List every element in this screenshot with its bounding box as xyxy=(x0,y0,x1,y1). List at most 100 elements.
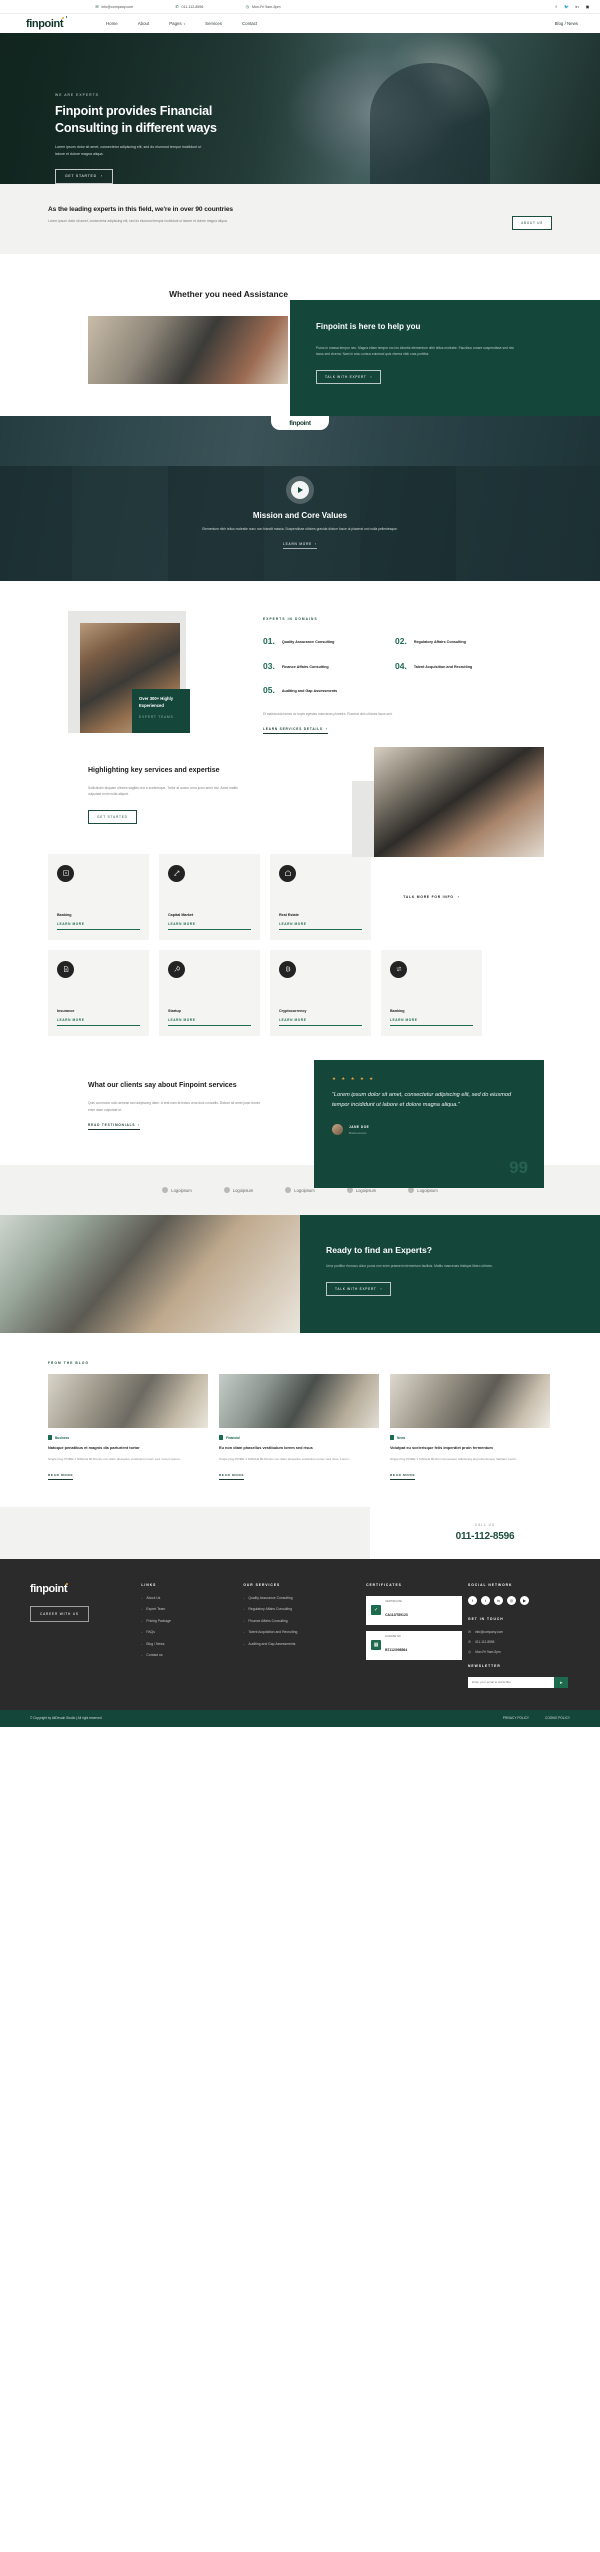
footer-link-contact[interactable]: › Contact us xyxy=(141,1653,243,1657)
logo[interactable]: finpoint xyxy=(26,16,96,30)
highlight-cta-button[interactable]: GET STARTED xyxy=(88,809,137,824)
card-learn-more[interactable]: LEARN MORE xyxy=(390,1018,473,1026)
footer-service-finance[interactable]: › Finance Affairs Consulting xyxy=(243,1619,366,1623)
call-us-box[interactable]: CALL US 011-112-8596 xyxy=(370,1506,600,1559)
testimonial-section: What our clients say about Finpoint serv… xyxy=(0,1059,600,1188)
service-card-cryptocurrency[interactable]: Cryptocurrency LEARN MORE xyxy=(270,949,371,1036)
footer-service-talent[interactable]: › Talent Acquisition and Recruiting xyxy=(243,1630,366,1634)
talk-with-expert-button[interactable]: TALK WITH EXPERT › xyxy=(316,369,382,384)
card-title: Capital Market xyxy=(168,913,194,918)
topbar-phone[interactable]: ✆ 011-112-8596 xyxy=(175,4,204,9)
footer-contact-phone[interactable]: ✆ 011-112-8596 xyxy=(468,1640,570,1644)
footer-link-about[interactable]: › About Us xyxy=(141,1596,243,1600)
mail-icon: ✉ xyxy=(468,1629,472,1634)
blog-card-2[interactable]: Financial Eu non diam phasellus vestibul… xyxy=(219,1374,379,1480)
domain-item-3[interactable]: 03. Finance Affairs Consulting xyxy=(263,662,381,671)
chevron-right-icon: › xyxy=(243,1595,245,1600)
service-card-banking[interactable]: Banking LEARN MORE xyxy=(48,853,149,940)
testimonial-body: Quis commodo odio aenean sed adipiscing … xyxy=(88,1101,261,1112)
footer-link-faqs[interactable]: › FAQs xyxy=(141,1630,243,1634)
nav-item-pages[interactable]: Pages ▾ xyxy=(169,21,185,26)
card-learn-more[interactable]: LEARN MORE xyxy=(279,1018,362,1026)
service-card-real-estate[interactable]: Real Estate LEARN MORE xyxy=(270,853,371,940)
domain-item-5[interactable]: 05. Auditing and Gap Assessments xyxy=(263,686,381,695)
twitter-icon[interactable]: 🐦 xyxy=(564,4,569,9)
topbar-hours-text: Mon-Fri 9am-5pm xyxy=(251,4,281,9)
domain-item-4[interactable]: 04. Talent Acquisition and Recruiting xyxy=(395,662,513,671)
video-learn-more-link[interactable]: LEARN MORE › xyxy=(283,542,317,550)
domain-number: 01. xyxy=(263,636,275,647)
highlight-body: Sollicitudin aliquam ultrices sagittis o… xyxy=(88,785,238,797)
logo-dot-icon xyxy=(62,16,64,19)
instagram-icon[interactable]: ▣ xyxy=(585,4,590,9)
youtube-icon[interactable]: ▶ xyxy=(520,1595,530,1605)
domain-item-1[interactable]: 01. Quality Assurance Consulting xyxy=(263,637,381,646)
top-bar: ✉ info@company.com ✆ 011-112-8596 ◷ Mon-… xyxy=(0,0,600,14)
blog-eyebrow: FROM THE BLOG xyxy=(48,1361,90,1366)
facebook-icon[interactable]: f xyxy=(554,4,559,9)
domain-label: Talent Acquisition and Recruiting xyxy=(413,664,473,669)
about-us-button[interactable]: ABOUT US xyxy=(512,216,552,230)
blog-card-1[interactable]: Business Natoque penatibus et magnis dis… xyxy=(48,1374,208,1480)
footer-services-heading: OUR SERVICES xyxy=(243,1582,281,1587)
card-learn-more[interactable]: LEARN MORE xyxy=(57,1018,140,1026)
service-card-startup[interactable]: Startup LEARN MORE xyxy=(159,949,260,1036)
instagram-icon[interactable]: ◎ xyxy=(507,1595,517,1605)
testimonial-quote: Lorem ipsum dolor sit amet, consectetur … xyxy=(332,1091,512,1108)
domain-item-2[interactable]: 02. Regulatory Affairs Consulting xyxy=(395,637,513,646)
topbar-hours: ◷ Mon-Fri 9am-5pm xyxy=(245,4,281,9)
blog-read-more[interactable]: READ MORE xyxy=(48,1473,74,1480)
talk-more-label: TALK MORE FOR INFO xyxy=(403,894,454,899)
footer-logo[interactable]: finpoint xyxy=(30,1582,141,1595)
testimonial-author-role: Businessman xyxy=(349,1130,367,1135)
topbar-email[interactable]: ✉ info@company.com xyxy=(95,4,133,9)
nav-item-blog[interactable]: Blog / News xyxy=(555,21,578,26)
blog-card-3[interactable]: News Volutpat eu scelerisque felis imper… xyxy=(390,1374,550,1480)
footer-link-blog[interactable]: › Blog / News xyxy=(141,1642,243,1646)
cookie-policy-link[interactable]: COOKIE POLICY xyxy=(545,1716,570,1720)
nav-item-contact[interactable]: Contact xyxy=(242,21,257,26)
newsletter-input[interactable] xyxy=(468,1676,555,1688)
card-learn-more[interactable]: LEARN MORE xyxy=(279,922,362,930)
talk-more-for-info-link[interactable]: TALK MORE FOR INFO › xyxy=(381,854,482,940)
top-bar-contacts: ✉ info@company.com ✆ 011-112-8596 ◷ Mon-… xyxy=(95,4,281,9)
card-learn-more[interactable]: LEARN MORE xyxy=(168,1018,251,1026)
domains-section: Over 300+ Highly Experienced EXPERT TEAM… xyxy=(0,581,600,735)
read-testimonials-link[interactable]: READ TESTIMONIALS › xyxy=(88,1123,141,1131)
logo-mark-icon xyxy=(408,1187,415,1194)
footer-service-qa[interactable]: › Quality Assurance Consulting xyxy=(243,1596,366,1600)
nav-item-home[interactable]: Home xyxy=(106,21,118,26)
footer-contact-email[interactable]: ✉ info@company.com xyxy=(468,1630,570,1634)
card-title: Insurance xyxy=(57,1009,75,1014)
newsletter-submit-button[interactable]: ➤ xyxy=(554,1676,569,1688)
card-learn-more[interactable]: LEARN MORE xyxy=(57,922,140,930)
learn-services-details-link[interactable]: LEARN SERVICES DETAILS › xyxy=(263,727,328,734)
cta-button[interactable]: TALK WITH EXPERT › xyxy=(326,1281,392,1296)
nav-item-about[interactable]: About xyxy=(138,21,149,26)
blog-read-more[interactable]: READ MORE xyxy=(219,1473,245,1480)
document-icon xyxy=(48,1435,52,1441)
service-card-banking-2[interactable]: Banking LEARN MORE xyxy=(381,949,482,1036)
service-cards-row-1: Banking LEARN MORE Capital Market LEARN … xyxy=(48,853,552,940)
facebook-icon[interactable]: f xyxy=(468,1595,478,1605)
hero-body: Lorem ipsum dolor sit amet, consectetur … xyxy=(55,145,202,156)
blog-read-more[interactable]: READ MORE xyxy=(390,1473,416,1480)
topbar-phone-text: 011-112-8596 xyxy=(181,4,204,9)
career-with-us-button[interactable]: CAREER WITH US xyxy=(30,1605,89,1622)
play-button-icon[interactable] xyxy=(291,481,309,500)
footer-link-pricing[interactable]: › Pricing Package xyxy=(141,1619,243,1623)
footer-link-expert-team[interactable]: › Expert Team xyxy=(141,1607,243,1611)
twitter-icon[interactable]: t xyxy=(481,1595,491,1605)
linkedin-icon[interactable]: in xyxy=(575,4,580,9)
footer-service-regulatory[interactable]: › Regulatory Affairs Consulting xyxy=(243,1607,366,1611)
linkedin-icon[interactable]: in xyxy=(494,1595,504,1605)
hero-cta-button[interactable]: GET STARTED › xyxy=(55,168,113,184)
service-card-capital-market[interactable]: Capital Market LEARN MORE xyxy=(159,853,260,940)
card-learn-more[interactable]: LEARN MORE xyxy=(168,922,251,930)
blog-tag: Business xyxy=(48,1435,208,1441)
nav-item-services[interactable]: Services xyxy=(205,21,222,26)
footer-service-auditing[interactable]: › Auditing and Gap Assessments xyxy=(243,1642,366,1646)
service-card-insurance[interactable]: Insurance LEARN MORE xyxy=(48,949,149,1036)
privacy-policy-link[interactable]: PRIVACY POLICY xyxy=(503,1716,529,1720)
blog-tag: Financial xyxy=(219,1435,379,1441)
